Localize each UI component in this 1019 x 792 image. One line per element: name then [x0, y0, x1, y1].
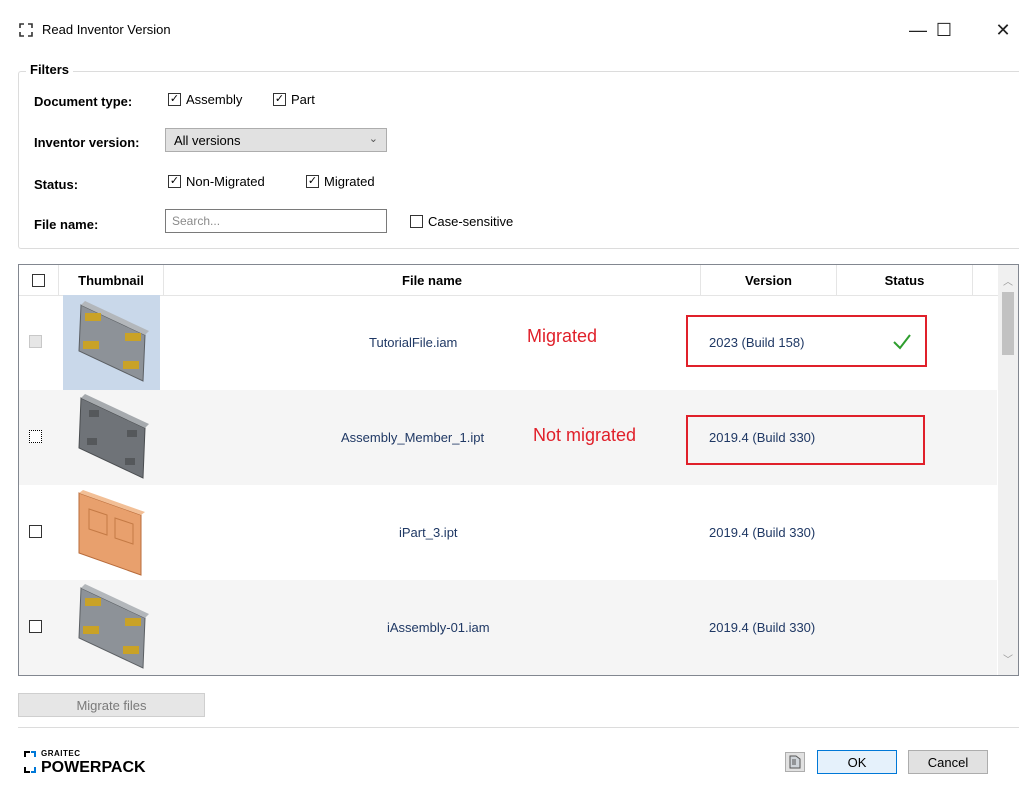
migrated-highlight-box: [686, 315, 927, 367]
file-name-cell: iPart_3.ipt: [399, 525, 458, 540]
column-version[interactable]: Version: [701, 265, 837, 295]
grid-header: Thumbnail File name Version Status: [19, 265, 999, 296]
part-label: Part: [291, 92, 315, 107]
select-all-checkbox[interactable]: [32, 273, 45, 287]
help-button[interactable]: [785, 752, 805, 772]
brand-large: POWERPACK: [41, 759, 146, 776]
close-icon: ✕: [995, 19, 1011, 40]
checkbox-box: [410, 215, 423, 228]
status-label: Status:: [34, 177, 79, 192]
cancel-button[interactable]: Cancel: [908, 750, 988, 774]
cancel-label: Cancel: [927, 754, 969, 770]
inventor-version-label: Inventor version:: [34, 135, 140, 150]
row-checkbox[interactable]: [29, 525, 42, 538]
search-placeholder: Search...: [172, 214, 221, 228]
row-checkbox[interactable]: [29, 430, 42, 443]
scroll-down-icon[interactable]: ﹀: [1003, 651, 1013, 666]
chevron-down-icon: ⌄: [368, 133, 378, 145]
non-migrated-label: Non-Migrated: [186, 174, 265, 189]
maximize-icon: ☐: [935, 19, 953, 40]
migrated-annotation: Migrated: [527, 326, 598, 346]
inventor-version-select[interactable]: All versions ⌄: [165, 128, 387, 152]
title-bar: Read Inventor Version — ☐ ✕: [0, 0, 1019, 58]
check-icon: ✓: [168, 93, 181, 106]
column-file-name[interactable]: File name: [164, 265, 701, 295]
case-sensitive-checkbox[interactable]: Case-sensitive: [410, 214, 513, 229]
part-checkbox[interactable]: ✓ Part: [273, 92, 315, 107]
not-migrated-highlight-box: [686, 415, 925, 465]
migrated-label: Migrated: [324, 174, 375, 189]
part-thumbnail: [78, 394, 149, 479]
ok-button[interactable]: OK: [817, 750, 897, 774]
check-icon: ✓: [306, 175, 319, 188]
search-input[interactable]: Search...: [165, 209, 387, 233]
check-icon: ✓: [273, 93, 286, 106]
assembly-checkbox[interactable]: ✓ Assembly: [168, 92, 242, 107]
close-button[interactable]: ✕: [983, 14, 1019, 46]
file-name-cell: Assembly_Member_1.ipt: [341, 430, 485, 445]
logo-mark-icon: [24, 751, 36, 773]
maximize-button[interactable]: ☐: [924, 14, 964, 46]
brand-small: GRAITEC: [41, 749, 81, 758]
scroll-up-icon[interactable]: ︿: [1003, 273, 1013, 288]
ipart-thumbnail: [78, 490, 145, 576]
migrated-checkbox[interactable]: ✓ Migrated: [306, 174, 375, 189]
migrate-files-label: Migrate files: [76, 697, 147, 713]
assembly-thumbnail: [63, 295, 160, 390]
column-thumbnail[interactable]: Thumbnail: [59, 265, 164, 295]
row-checkbox[interactable]: [29, 335, 42, 348]
footer-divider: [18, 727, 1019, 728]
case-sensitive-label: Case-sensitive: [428, 214, 514, 229]
file-name-label: File name:: [34, 217, 99, 232]
version-cell: 2019.4 (Build 330): [709, 620, 816, 635]
non-migrated-checkbox[interactable]: ✓ Non-Migrated: [168, 174, 265, 189]
row-checkbox[interactable]: [29, 620, 42, 633]
iassembly-thumbnail: [78, 584, 149, 669]
table-row[interactable]: iAssembly-01.iam 2019.4 (Build 330): [19, 580, 997, 675]
graitec-powerpack-logo: GRAITEC POWERPACK: [24, 749, 184, 779]
table-row[interactable]: iPart_3.ipt 2019.4 (Build 330): [19, 485, 997, 580]
check-icon: ✓: [168, 175, 181, 188]
filters-title: Filters: [26, 62, 74, 77]
file-name-cell: iAssembly-01.iam: [387, 620, 490, 635]
app-icon: [19, 23, 33, 37]
migrate-files-button[interactable]: Migrate files: [18, 693, 205, 717]
file-name-cell: TutorialFile.iam: [369, 335, 458, 350]
assembly-label: Assembly: [186, 92, 243, 107]
inventor-version-value: All versions: [174, 133, 241, 148]
window-title: Read Inventor Version: [42, 22, 171, 37]
version-cell: 2019.4 (Build 330): [709, 525, 816, 540]
select-all-cell[interactable]: [19, 265, 59, 295]
vertical-scrollbar[interactable]: ︿ ﹀: [998, 265, 1018, 675]
document-type-label: Document type:: [34, 94, 133, 109]
book-icon: [789, 755, 801, 769]
not-migrated-annotation: Not migrated: [533, 425, 637, 445]
ok-label: OK: [847, 754, 867, 770]
scroll-thumb[interactable]: [1002, 292, 1014, 355]
column-status[interactable]: Status: [837, 265, 973, 295]
